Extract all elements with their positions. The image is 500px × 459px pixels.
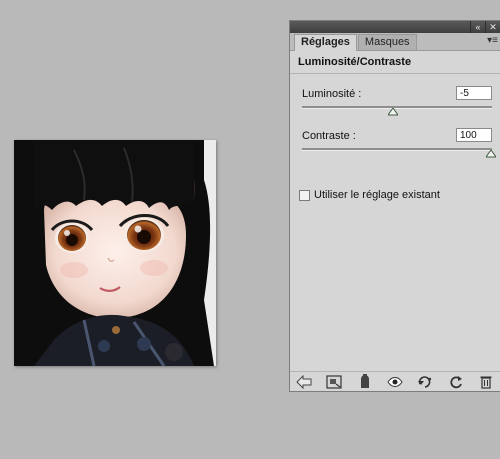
brightness-control: Luminosité : -5 xyxy=(302,80,492,122)
adjustment-title: Luminosité/Contraste xyxy=(290,51,500,74)
panel-tabbar: Réglages Masques ▾≡ xyxy=(290,33,500,51)
use-existing-checkbox[interactable] xyxy=(299,189,310,201)
reset-icon[interactable] xyxy=(448,374,464,390)
tab-reglages[interactable]: Réglages xyxy=(294,34,357,51)
contrast-control: Contraste : 100 xyxy=(302,122,496,164)
collapse-icon[interactable]: « xyxy=(470,21,485,33)
trash-icon[interactable] xyxy=(478,374,494,390)
panel-titlebar[interactable]: « ✕ xyxy=(290,21,500,33)
use-existing-label: Utiliser le réglage existant xyxy=(314,189,440,201)
contrast-input[interactable]: 100 xyxy=(456,128,492,142)
clip-to-layer-icon[interactable] xyxy=(357,373,373,390)
visibility-eye-icon[interactable] xyxy=(387,374,403,390)
expand-view-icon[interactable] xyxy=(326,374,342,390)
panel-menu-icon[interactable]: ▾≡ xyxy=(487,35,498,46)
panel-footer xyxy=(290,371,500,391)
adjustments-panel: « ✕ Réglages Masques ▾≡ Luminosité/Contr… xyxy=(289,20,500,392)
contrast-slider-track[interactable] xyxy=(302,148,492,151)
doll-photo xyxy=(14,140,216,366)
contrast-label: Contraste : xyxy=(302,130,356,142)
tab-masques[interactable]: Masques xyxy=(357,34,417,50)
brightness-label: Luminosité : xyxy=(302,88,362,100)
back-arrow-icon[interactable] xyxy=(296,374,312,390)
previous-state-icon[interactable] xyxy=(417,374,433,390)
close-icon[interactable]: ✕ xyxy=(485,21,500,33)
brightness-input[interactable]: -5 xyxy=(456,86,492,100)
use-existing-checkbox-row[interactable]: Utiliser le réglage existant xyxy=(299,189,440,201)
